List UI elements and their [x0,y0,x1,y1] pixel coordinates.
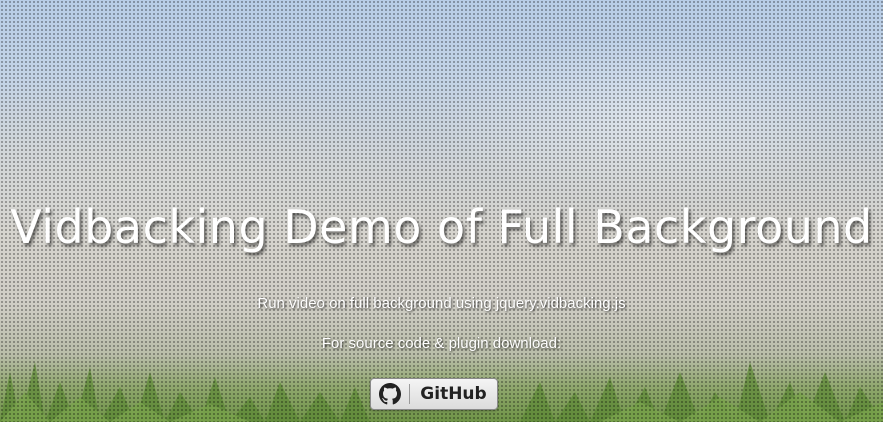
github-button-label: GitHub [420,384,487,404]
page-subtitle: Run video on full background using jquer… [257,295,626,312]
source-download-text: For source code & plugin download: [321,335,562,352]
hero-content: Vidbacking Demo of Full Background Run v… [0,0,883,422]
github-icon [371,379,409,409]
video-background: Vidbacking Demo of Full Background Run v… [0,0,883,422]
page-title: Vidbacking Demo of Full Background [10,200,873,254]
github-button[interactable]: GitHub [370,378,498,410]
